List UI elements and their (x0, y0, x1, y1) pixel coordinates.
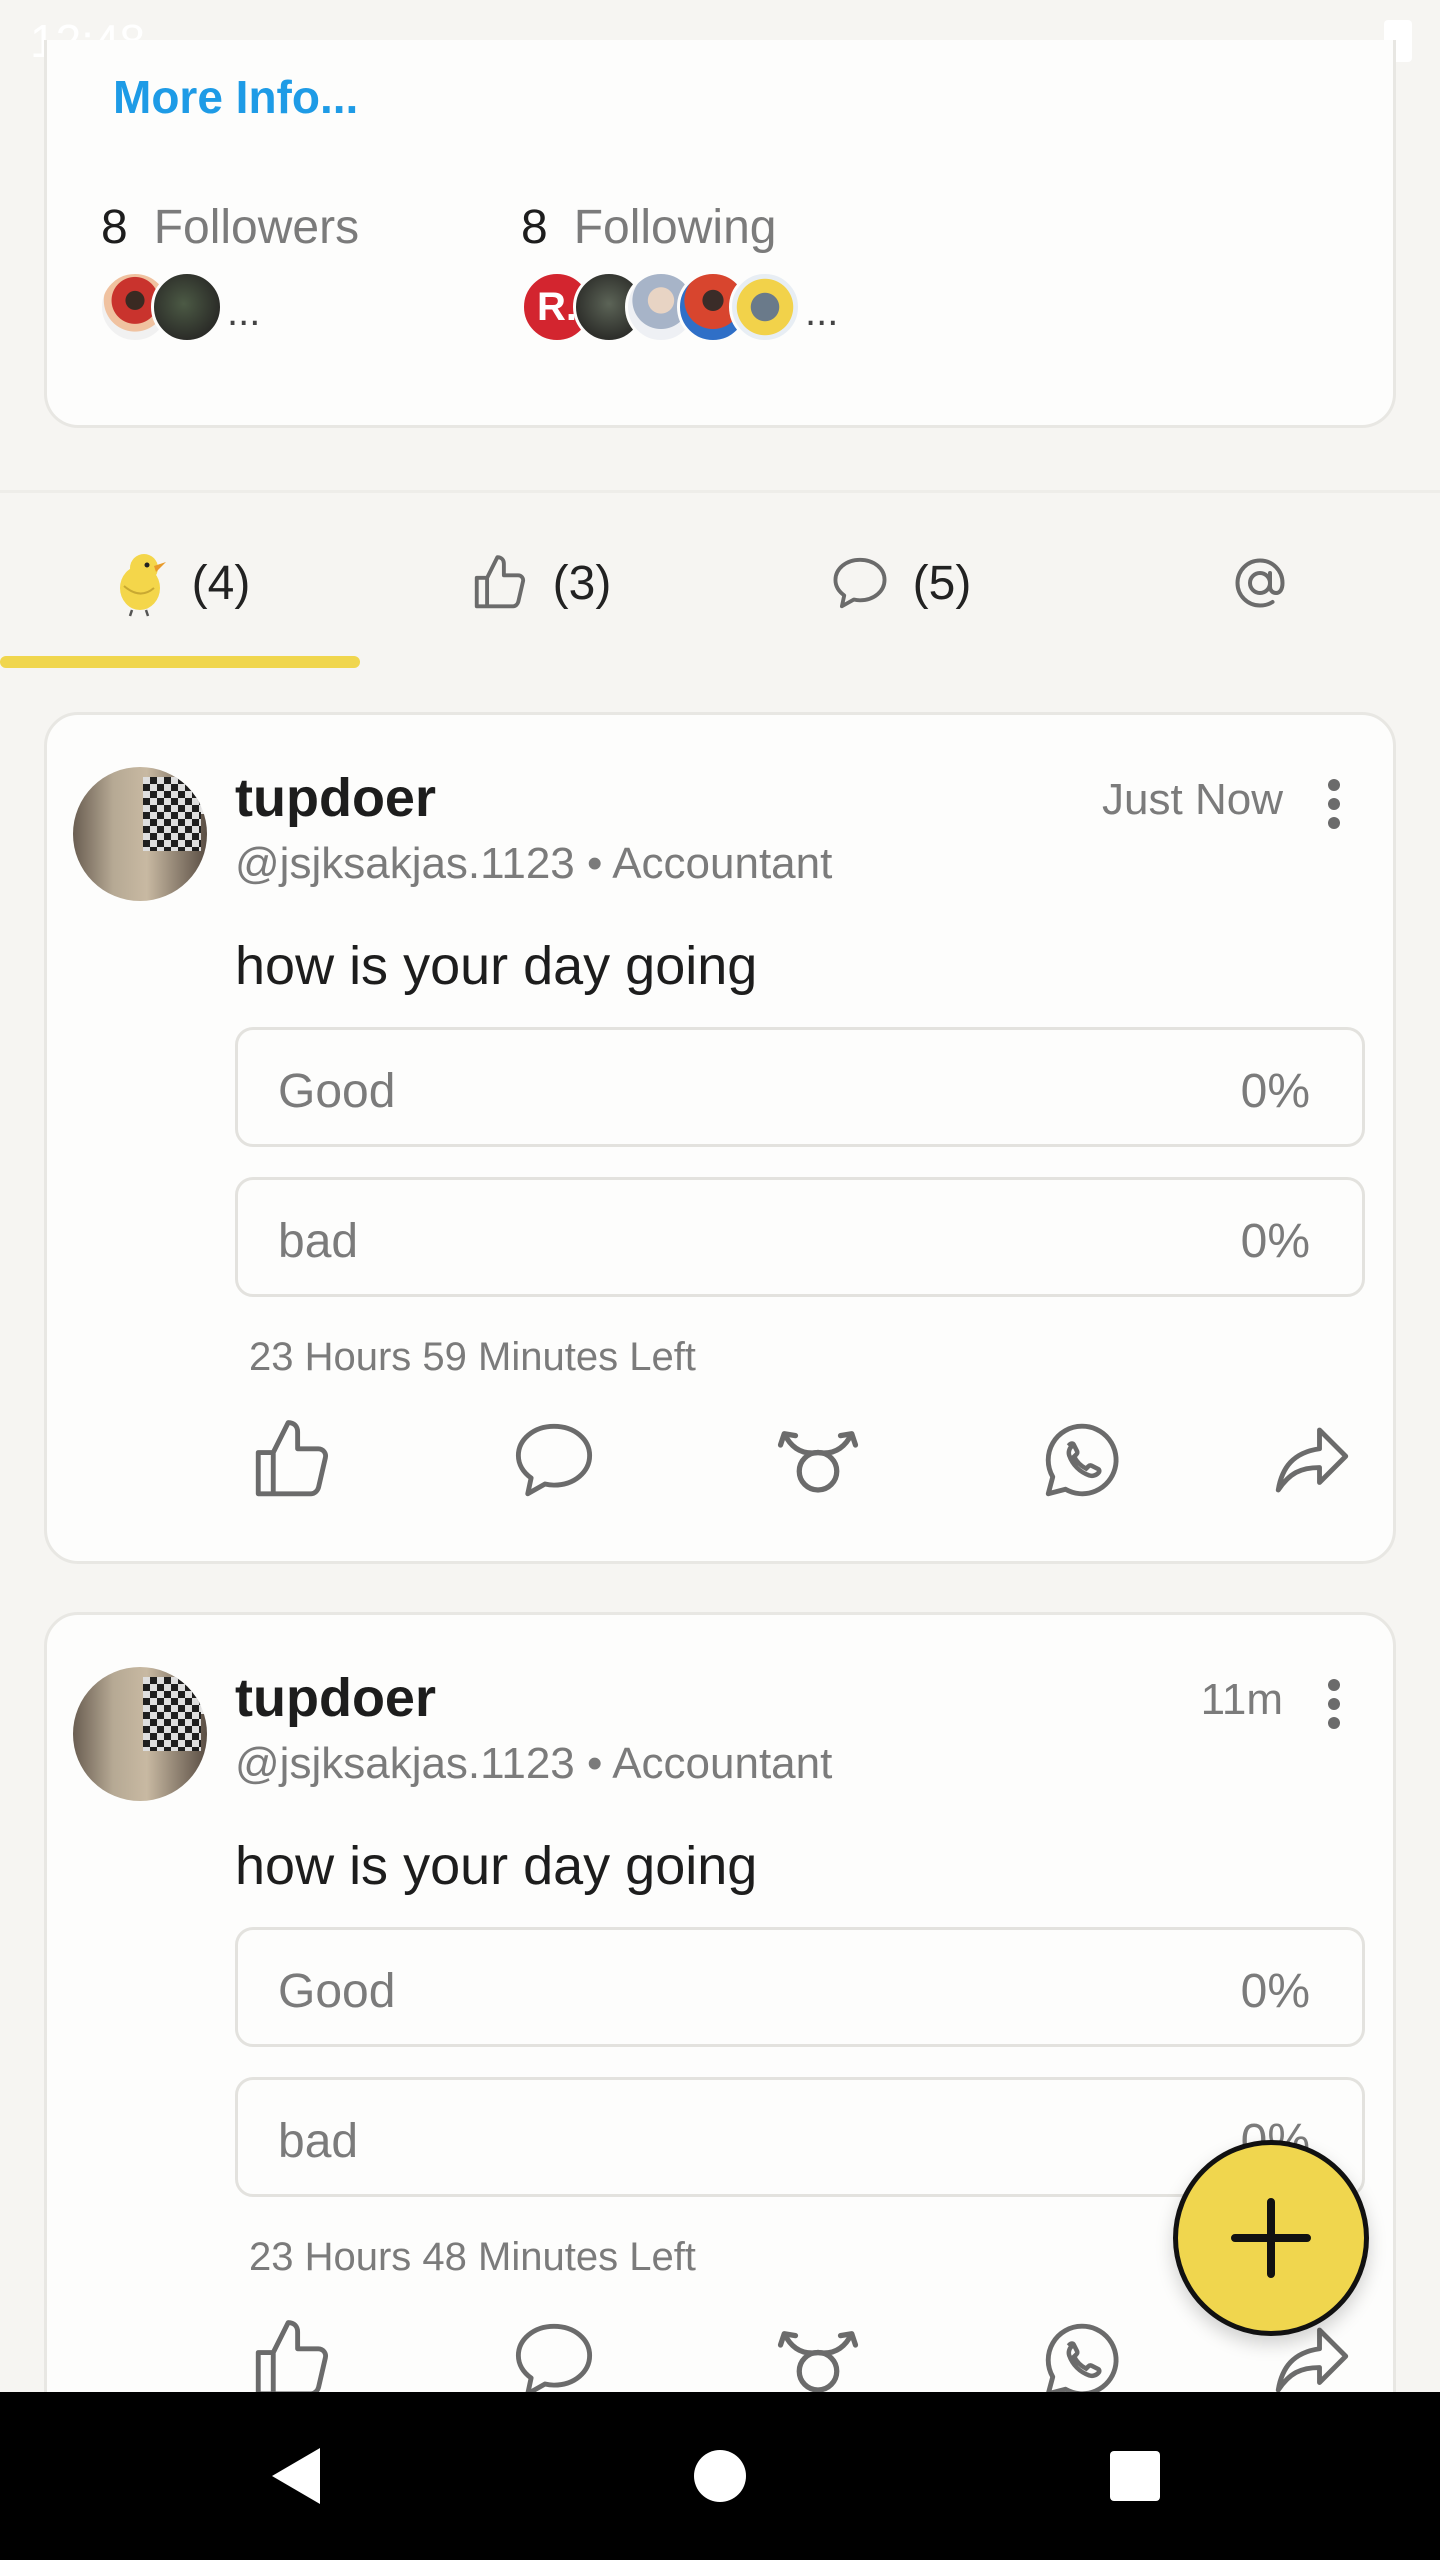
poll-time-left: 23 Hours 48 Minutes Left (249, 2235, 696, 2279)
system-navigation-bar (0, 2392, 1440, 2560)
followers-count: 8 (101, 201, 128, 254)
poll-question: how is your day going (235, 936, 758, 996)
following-more: ... (805, 289, 839, 334)
whatsapp-icon (1045, 1423, 1119, 1497)
plus-icon (1231, 2198, 1311, 2278)
comment-button[interactable] (509, 1415, 599, 1505)
followers-more: ... (227, 289, 261, 334)
tab-comments[interactable]: (5) (720, 493, 1080, 673)
avatar (729, 271, 801, 343)
post-handle: @jsjksakjas.1123 • Accountant (235, 1739, 833, 1788)
following-label: Following (573, 201, 777, 254)
poll-option-percent: 0% (1240, 1965, 1310, 2018)
poll-option[interactable]: Good 0% (235, 1027, 1365, 1147)
like-button[interactable] (247, 1415, 337, 1505)
more-options-icon[interactable] (1319, 1679, 1349, 1729)
poll-post-card[interactable]: tupdoer @jsjksakjas.1123 • Accountant 11… (44, 1612, 1396, 2464)
rekoo-button[interactable] (773, 1415, 863, 1505)
poll-option[interactable]: bad 0% (235, 1177, 1365, 1297)
profile-card: More Info... 8 Followers ... 8 Following R… (44, 40, 1396, 428)
recents-icon (1110, 2451, 1160, 2501)
koo-bird-icon (119, 554, 166, 617)
like-icon (255, 1420, 329, 1497)
avatar[interactable] (73, 1667, 207, 1801)
recents-button[interactable] (1085, 2426, 1185, 2526)
back-icon (272, 2448, 320, 2504)
tab-koos[interactable]: (4) (0, 493, 360, 673)
tab-mentions[interactable] (1080, 493, 1440, 673)
poll-time-left: 23 Hours 59 Minutes Left (249, 1335, 696, 1379)
post-timestamp: 11m (1200, 1675, 1283, 1724)
create-post-button[interactable] (1173, 2140, 1369, 2336)
home-icon (694, 2450, 746, 2502)
tab-likes[interactable]: (3) (360, 493, 720, 673)
tab-selected-indicator (0, 656, 360, 668)
thumbs-up-icon (474, 555, 525, 609)
avatar (151, 271, 223, 343)
rekoo-icon (777, 1431, 859, 1493)
home-button[interactable] (670, 2426, 770, 2526)
poll-option-percent: 0% (1240, 1215, 1310, 1268)
whatsapp-share-button[interactable] (1037, 1415, 1127, 1505)
avatar[interactable] (73, 767, 207, 901)
share-button[interactable] (1267, 1415, 1357, 1505)
at-mention-icon (1235, 558, 1285, 608)
followers-label: Followers (153, 201, 360, 254)
poll-option-label: bad (278, 2115, 359, 2168)
comment-icon (515, 1423, 593, 1497)
poll-option-label: bad (278, 1215, 359, 1268)
followers-avatars[interactable]: ... (99, 268, 260, 346)
post-username[interactable]: tupdoer (235, 1667, 436, 1729)
more-options-icon[interactable] (1319, 779, 1349, 829)
poll-question: how is your day going (235, 1836, 758, 1896)
profile-tabs: (4) (3) (5) (0, 490, 1440, 670)
back-button[interactable] (250, 2426, 350, 2526)
post-timestamp: Just Now (1102, 775, 1283, 824)
poll-post-card[interactable]: tupdoer @jsjksakjas.1123 • Accountant Ju… (44, 712, 1396, 1564)
poll-option-label: Good (278, 1965, 396, 2018)
following-stat[interactable]: 8 Following (521, 200, 776, 255)
poll-option-percent: 0% (1240, 1065, 1310, 1118)
share-icon (1275, 1427, 1349, 1493)
following-avatars[interactable]: R. ... (521, 268, 838, 346)
post-action-bar (47, 1415, 1399, 1505)
tab-comments-count: (5) (912, 556, 972, 610)
post-handle: @jsjksakjas.1123 • Accountant (235, 839, 833, 888)
followers-stat[interactable]: 8 Followers (101, 200, 359, 255)
poll-option-label: Good (278, 1065, 396, 1118)
following-count: 8 (521, 201, 548, 254)
tab-koos-count: (4) (191, 556, 251, 610)
post-username[interactable]: tupdoer (235, 767, 436, 829)
comment-icon (833, 557, 887, 609)
poll-option[interactable]: Good 0% (235, 1927, 1365, 2047)
more-info-link[interactable]: More Info... (113, 70, 358, 124)
tab-likes-count: (3) (552, 556, 612, 610)
